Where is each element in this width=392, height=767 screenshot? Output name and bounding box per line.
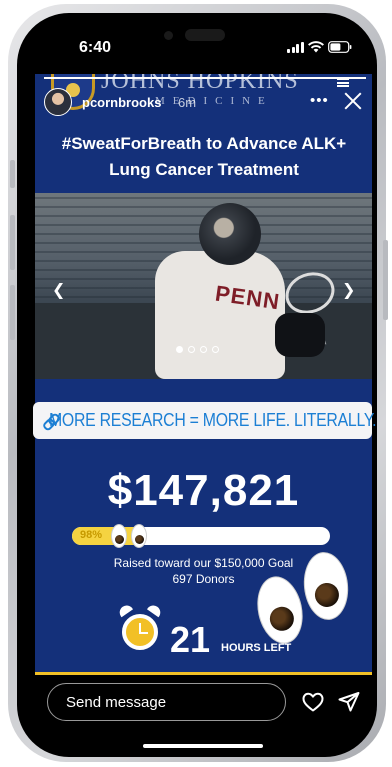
countdown-value: 21 — [170, 619, 211, 660]
carousel-dots — [176, 346, 219, 353]
alarm-clock-icon — [116, 602, 164, 652]
volume-down-button — [10, 285, 15, 340]
player-helmet — [199, 203, 261, 265]
chevron-right-icon[interactable]: ❯ — [342, 280, 355, 300]
home-indicator[interactable] — [143, 744, 263, 748]
story-progress-bar — [44, 77, 366, 79]
progress-percent-label: 98% — [80, 529, 103, 541]
story-bottom-accent — [35, 672, 372, 675]
carousel-dot[interactable] — [200, 346, 207, 353]
eyes-sticker-left-eye — [111, 524, 127, 548]
send-message-input[interactable]: Send message — [47, 683, 286, 721]
story-header: pcornbrooks 6m ••• — [44, 88, 370, 118]
carousel-dot[interactable] — [176, 346, 183, 353]
username[interactable]: pcornbrooks — [82, 95, 161, 110]
power-button — [383, 240, 388, 320]
front-camera — [164, 31, 173, 40]
earpiece — [185, 29, 225, 41]
post-time: 6m — [178, 95, 197, 110]
cellular-signal-icon — [287, 41, 304, 53]
link-sticker-label: MORE RESEARCH = MORE LIFE. LITERALLY. — [49, 410, 377, 430]
menu-icon[interactable] — [337, 78, 349, 87]
carousel-dot[interactable] — [188, 346, 195, 353]
player-glove — [275, 313, 325, 357]
countdown-unit: HOURS LEFT — [221, 642, 292, 654]
more-icon[interactable]: ••• — [310, 92, 329, 109]
status-time: 6:40 — [79, 39, 112, 56]
send-icon[interactable] — [337, 690, 361, 714]
status-icons — [287, 41, 352, 53]
lacrosse-player — [155, 251, 285, 379]
avatar[interactable] — [44, 88, 72, 116]
close-icon[interactable] — [342, 90, 364, 112]
wifi-icon — [307, 41, 324, 53]
amount-raised: $147,821 — [107, 466, 300, 515]
heart-icon[interactable] — [301, 690, 325, 714]
chevron-left-icon[interactable]: ❮ — [52, 280, 65, 300]
status-bar: 6:40 — [17, 13, 377, 73]
carousel-dot[interactable] — [212, 346, 219, 353]
story-headline: #SweatForBreath to Advance ALK+ Lung Can… — [61, 134, 347, 179]
battery-icon — [327, 41, 351, 53]
eyes-sticker-right-eye — [131, 524, 147, 548]
volume-up-button — [10, 215, 15, 270]
mute-switch — [10, 160, 15, 188]
link-sticker[interactable]: MORE RESEARCH = MORE LIFE. LITERALLY. — [33, 402, 376, 439]
